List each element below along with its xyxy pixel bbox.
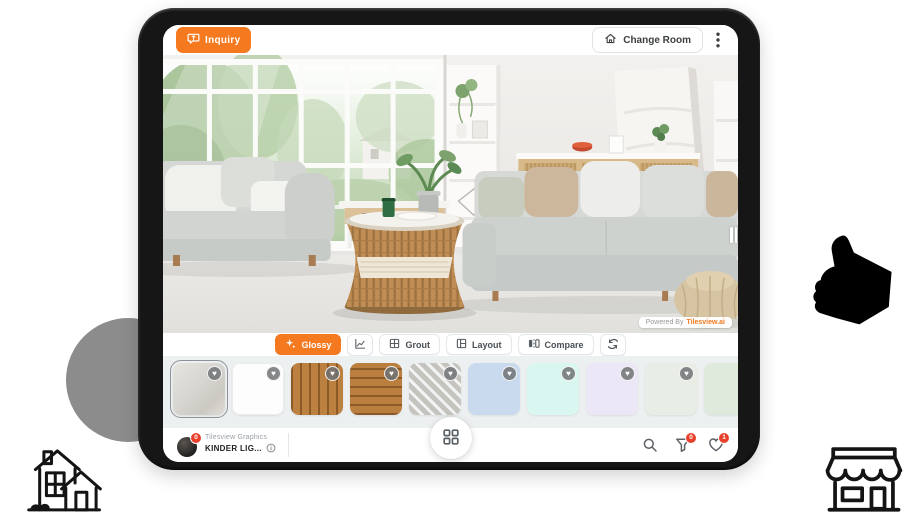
chat-icon	[187, 32, 200, 48]
grout-label: Grout	[405, 340, 430, 350]
tile-swatch-wood-horizontal[interactable]: ♥	[350, 363, 402, 415]
room-visualizer-canvas[interactable]: Powered By Tilesview.ai	[163, 55, 738, 333]
glossy-label: Glossy	[301, 340, 331, 350]
glossy-button[interactable]: Glossy	[275, 334, 341, 355]
reset-button[interactable]	[600, 334, 626, 356]
more-options-button[interactable]	[711, 30, 725, 50]
tile-swatch-grey-marble[interactable]: ♥	[173, 363, 225, 415]
favorite-button[interactable]: ♥	[443, 366, 458, 381]
catalog-grid-button[interactable]	[430, 417, 472, 459]
toolbar: Glossy Grout Layout	[163, 333, 738, 356]
visualizer-chart-button[interactable]	[347, 334, 373, 356]
storefront-icon	[822, 437, 906, 519]
favorite-button[interactable]: ♥	[325, 366, 340, 381]
refresh-icon	[607, 338, 619, 352]
filter-button[interactable]: 0	[674, 437, 691, 454]
info-icon[interactable]	[266, 443, 276, 456]
chart-icon	[354, 338, 366, 352]
search-button[interactable]	[641, 437, 658, 454]
company-name: Tilesview Graphics	[205, 434, 276, 443]
inquiry-label: Inquiry	[205, 35, 240, 46]
tile-swatch-mint-cyan[interactable]: ♥	[527, 363, 579, 415]
home-icon	[604, 32, 617, 48]
wishlist-badge: 1	[718, 432, 730, 444]
kebab-icon	[716, 32, 720, 48]
favorite-button[interactable]: ♥	[620, 366, 635, 381]
favorite-button[interactable]: ♥	[207, 366, 222, 381]
tile-swatch-pale-lavender[interactable]: ♥	[586, 363, 638, 415]
compare-icon	[528, 338, 540, 351]
hand-cursor-icon	[806, 228, 898, 336]
favorite-button[interactable]: ♥	[384, 366, 399, 381]
watermark-brand: Tilesview.ai	[686, 319, 725, 326]
watermark: Powered By Tilesview.ai	[639, 317, 732, 328]
grout-button[interactable]: Grout	[379, 334, 440, 355]
tile-swatch-plain-white[interactable]: ♥	[232, 363, 284, 415]
tile-swatch-powder-blue[interactable]: ♥	[468, 363, 520, 415]
favorite-button[interactable]: ♥	[502, 366, 517, 381]
favorite-button[interactable]: ♥	[679, 366, 694, 381]
change-room-label: Change Room	[623, 35, 691, 46]
wishlist-button[interactable]: 1	[707, 437, 724, 454]
room-photo	[163, 55, 738, 333]
search-icon	[642, 437, 658, 453]
watermark-prefix: Powered By	[646, 319, 684, 326]
favorite-button[interactable]: ♥	[561, 366, 576, 381]
selected-tile-name: KINDER LIG...	[205, 444, 262, 454]
layout-button[interactable]: Layout	[446, 334, 512, 355]
filter-badge: 0	[685, 432, 697, 444]
top-bar: Inquiry Change Room	[163, 25, 738, 55]
sparkle-icon	[285, 338, 296, 351]
compare-label: Compare	[545, 340, 584, 350]
tablet-frame: Inquiry Change Room	[138, 8, 760, 470]
tile-swatch-pale-sage[interactable]: ♥	[645, 363, 697, 415]
grout-grid-icon	[389, 338, 400, 351]
tile-swatch-wood-vertical[interactable]: ♥	[291, 363, 343, 415]
inquiry-button[interactable]: Inquiry	[176, 27, 251, 53]
app-screen: Inquiry Change Room	[163, 25, 738, 462]
tile-swatch-grey-texture[interactable]: ♥	[409, 363, 461, 415]
brand-logo[interactable]: 0	[177, 434, 199, 456]
compare-button[interactable]: Compare	[518, 334, 594, 355]
change-room-button[interactable]: Change Room	[592, 27, 703, 53]
tile-swatch-pale-green[interactable]: ♥	[704, 363, 738, 415]
logo-badge: 0	[190, 432, 202, 444]
drag-handle[interactable]	[730, 227, 737, 243]
apps-grid-icon	[443, 429, 459, 448]
favorite-button[interactable]: ♥	[266, 366, 281, 381]
layout-icon	[456, 338, 467, 351]
layout-label: Layout	[472, 340, 502, 350]
divider	[288, 433, 289, 457]
bottom-bar: 0 Tilesview Graphics KINDER LIG...	[163, 428, 738, 462]
house-icon	[22, 440, 102, 520]
